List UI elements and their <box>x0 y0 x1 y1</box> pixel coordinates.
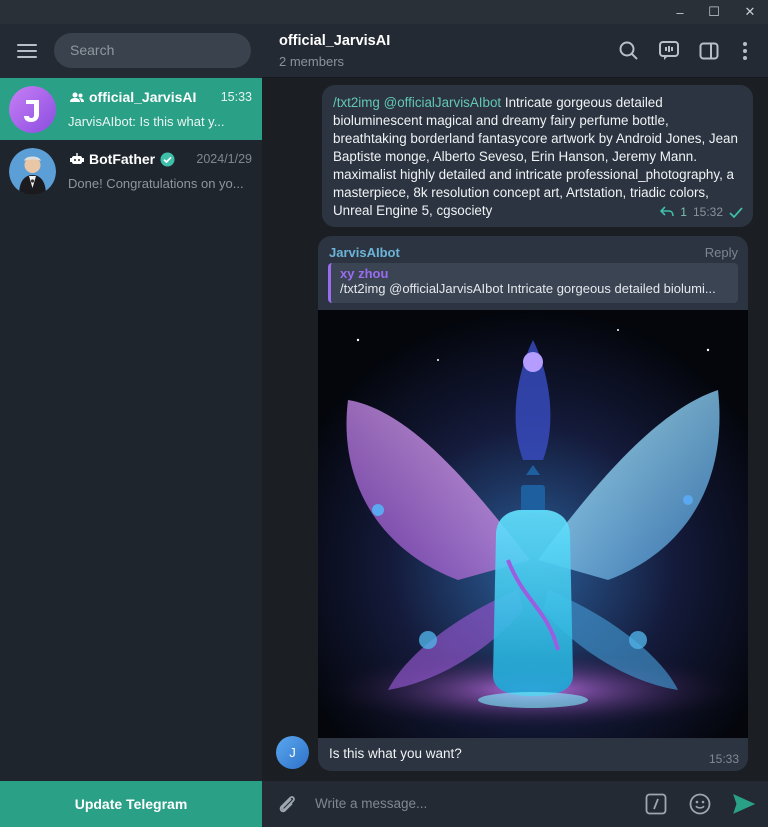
chat-header-title: official_JarvisAI <box>279 33 391 49</box>
avatar <box>9 86 56 133</box>
chat-title: BotFather <box>70 151 175 167</box>
quote-author: xy zhou <box>340 266 389 281</box>
chat-header-subtitle: 2 members <box>279 54 345 69</box>
search-icon[interactable] <box>618 40 640 62</box>
send-icon[interactable] <box>732 792 756 816</box>
chat-time: 2024/1/29 <box>196 152 252 166</box>
outgoing-message[interactable]: /txt2img @officialJarvisAIbot Intricate … <box>322 85 753 227</box>
generated-image[interactable] <box>318 310 748 738</box>
minimize-button[interactable]: – <box>662 0 698 24</box>
reply-button[interactable]: Reply <box>705 245 738 260</box>
quote-text: /txt2img @officialJarvisAIbot Intricate … <box>340 281 716 296</box>
title-bar: – ☐ ✕ <box>0 0 768 24</box>
read-check-icon <box>729 206 743 218</box>
bot-commands-icon[interactable] <box>644 792 668 816</box>
reply-quote[interactable]: xy zhou /txt2img @officialJarvisAIbot In… <box>328 263 738 303</box>
message-author[interactable]: JarvisAIbot <box>329 245 400 260</box>
sidebar-toggle-icon[interactable] <box>698 40 720 62</box>
more-options-icon[interactable] <box>734 40 756 62</box>
chat-preview: Done! Congratulations on yo... <box>68 176 244 191</box>
message-text: Intricate gorgeous detailed bioluminesce… <box>333 95 738 218</box>
chat-preview: JarvisAIbot: Is this what y... <box>68 114 225 129</box>
search-input[interactable]: Search <box>54 33 251 68</box>
reply-arrow-icon[interactable] <box>660 206 675 218</box>
bot-command-link[interactable]: /txt2img @officialJarvisAIbot <box>333 95 501 110</box>
chat-item-official-jarvisai[interactable]: official_JarvisAI 15:33 JarvisAIbot: Is … <box>0 78 262 140</box>
maximize-button[interactable]: ☐ <box>696 0 732 24</box>
voice-chat-icon[interactable] <box>658 40 680 62</box>
chat-title: official_JarvisAI <box>70 89 196 105</box>
close-button[interactable]: ✕ <box>732 0 768 24</box>
chat-header[interactable]: official_JarvisAI 2 members <box>262 24 768 78</box>
chat-item-botfather[interactable]: BotFather 2024/1/29 Done! Congratulation… <box>0 140 262 202</box>
message-time: 15:32 <box>692 205 723 219</box>
message-meta: 1 15:32 <box>660 203 743 221</box>
message-input[interactable]: Write a message... <box>315 796 427 811</box>
update-telegram-button[interactable]: Update Telegram <box>0 781 262 827</box>
verified-icon <box>160 152 175 166</box>
incoming-photo-message[interactable]: JarvisAIbot Reply xy zhou /txt2img @offi… <box>318 236 748 771</box>
sender-avatar[interactable]: J <box>276 736 309 769</box>
sidebar: Search official_JarvisAI 15:33 JarvisAIb… <box>0 24 262 827</box>
chat-title-text: official_JarvisAI <box>89 89 197 105</box>
bot-icon <box>70 153 84 164</box>
group-icon <box>70 92 84 102</box>
menu-icon[interactable] <box>17 44 37 58</box>
chat-panel: official_JarvisAI 2 members /txt2img @of… <box>262 24 768 827</box>
attach-icon[interactable] <box>275 792 299 816</box>
message-composer: Write a message... <box>262 781 768 827</box>
avatar <box>9 148 56 195</box>
reply-count: 1 <box>680 205 687 219</box>
emoji-icon[interactable] <box>688 792 712 816</box>
chat-time: 15:33 <box>220 90 252 104</box>
message-caption: Is this what you want? <box>329 746 462 761</box>
chat-title-text: BotFather <box>89 151 156 167</box>
message-time: 15:33 <box>708 752 739 766</box>
sidebar-top: Search <box>0 24 262 78</box>
